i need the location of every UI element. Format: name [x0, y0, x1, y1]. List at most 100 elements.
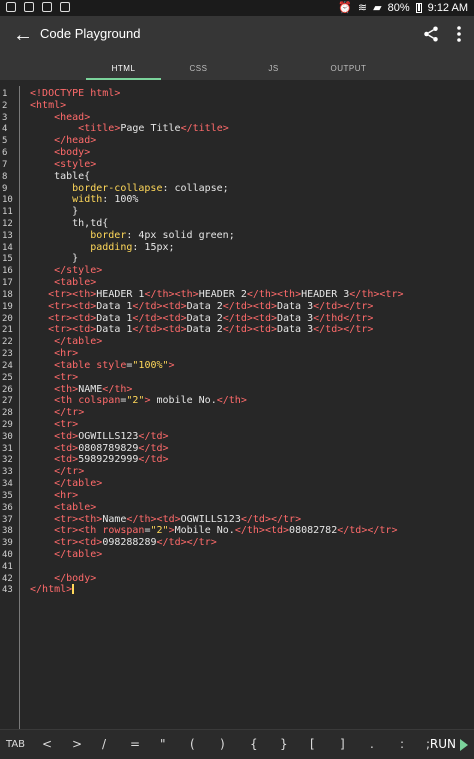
- image-icon: [42, 2, 52, 12]
- more-vert-icon[interactable]: [454, 24, 464, 44]
- line-number: 16: [2, 266, 13, 277]
- line-number: 7: [2, 159, 8, 170]
- code-text: <table style="100%">: [54, 359, 175, 371]
- symbol-toolbar: TAB < > / = " ( ) { } [ ] . : ; RUN: [0, 729, 474, 759]
- sync-icon: [24, 2, 34, 12]
- share-icon[interactable]: [422, 25, 440, 43]
- code-text: table{: [30, 170, 91, 182]
- code-text: <td>0808789829</td>: [54, 442, 169, 454]
- text-cursor: [72, 584, 75, 595]
- code-text: <tr>: [54, 418, 79, 430]
- line-number: 40: [2, 549, 13, 560]
- code-text: <th colspan="2"> mobile No.</th>: [54, 395, 247, 407]
- key-greater-than[interactable]: >: [72, 737, 82, 751]
- code-text: <body>: [54, 147, 91, 159]
- line-number: 34: [2, 479, 13, 490]
- clock: 9:12 AM: [427, 1, 468, 14]
- key-colon[interactable]: :: [400, 737, 404, 751]
- line-number: 8: [2, 171, 8, 182]
- run-button[interactable]: RUN: [430, 737, 468, 751]
- battery-alert-icon: [60, 2, 70, 12]
- line-number: 18: [2, 289, 13, 300]
- line-number: 20: [2, 313, 13, 324]
- notification-icon: [6, 2, 16, 12]
- key-close-paren[interactable]: ): [220, 737, 225, 751]
- key-close-bracket[interactable]: ]: [340, 737, 345, 751]
- key-slash[interactable]: /: [102, 737, 106, 751]
- key-quote[interactable]: ": [160, 737, 166, 751]
- code-text: <tr><td>Data 1</td><td>Data 2</td><td>Da…: [48, 300, 374, 312]
- code-text: </tr>: [54, 466, 85, 478]
- key-less-than[interactable]: <: [42, 737, 52, 751]
- code-text: <tr><td>098288289</td></tr>: [54, 537, 217, 549]
- code-text: <th>NAME</th>: [54, 383, 133, 395]
- key-dot[interactable]: .: [370, 737, 374, 751]
- line-number: 15: [2, 254, 13, 265]
- line-number: 39: [2, 538, 13, 549]
- line-number: 43: [2, 585, 13, 596]
- code-text: <tr><td>Data 1</td><td>Data 2</td><td>Da…: [48, 324, 374, 336]
- line-number: 35: [2, 490, 13, 501]
- key-open-brace[interactable]: {: [250, 737, 258, 751]
- code-text: </head>: [54, 135, 97, 147]
- code-text: }: [30, 206, 79, 218]
- line-number: 17: [2, 278, 13, 289]
- run-label: RUN: [429, 737, 456, 751]
- code-text: <hr>: [54, 348, 79, 360]
- key-equals[interactable]: =: [130, 737, 140, 751]
- code-text: <tr>: [54, 371, 79, 383]
- code-text: border-collapse: collapse;: [72, 182, 229, 194]
- key-open-paren[interactable]: (: [190, 737, 195, 751]
- line-number: 41: [2, 561, 13, 572]
- tab-css[interactable]: CSS: [161, 58, 236, 80]
- line-number: 19: [2, 301, 13, 312]
- line-number: 9: [2, 183, 8, 194]
- line-number: 28: [2, 408, 13, 419]
- key-open-bracket[interactable]: [: [310, 737, 315, 751]
- line-number: 6: [2, 148, 8, 159]
- line-number: 32: [2, 455, 13, 466]
- battery-percent: 80%: [387, 1, 410, 14]
- code-text: <table>: [54, 501, 97, 513]
- line-number: 25: [2, 372, 13, 383]
- code-text: <td>5989292999</td>: [54, 454, 169, 466]
- line-number: 22: [2, 337, 13, 348]
- code-text: <td>OGWILLS123</td>: [54, 430, 169, 442]
- code-text: <!DOCTYPE html>: [30, 88, 121, 99]
- back-arrow-icon[interactable]: ←: [12, 24, 34, 46]
- line-number: 33: [2, 467, 13, 478]
- battery-icon: [415, 2, 422, 13]
- code-text: th,td{: [30, 218, 109, 230]
- code-text: <style>: [54, 158, 97, 170]
- alarm-icon: ⏰: [338, 2, 352, 14]
- code-text: </style>: [54, 265, 103, 277]
- code-text: </table>: [54, 548, 103, 560]
- line-number: 5: [2, 136, 8, 147]
- tab-js[interactable]: JS: [236, 58, 311, 80]
- code-text: </table>: [54, 336, 103, 348]
- line-number: 10: [2, 195, 13, 206]
- code-text: <tr><th>Name</th><td>OGWILLS123</td></tr…: [54, 513, 302, 525]
- code-text: <html>: [30, 99, 67, 111]
- status-icons-right: ⏰ ≋ ▰ 80% 9:12 AM: [338, 1, 468, 15]
- code-text: <tr><th rowspan="2">Mobile No.</th><td>0…: [54, 525, 398, 537]
- code-text: <head>: [54, 111, 91, 123]
- code-text: <title>Page Title</title>: [78, 123, 229, 135]
- code-text: </html>: [30, 584, 75, 596]
- code-editor[interactable]: 1 <!DOCTYPE html> 2 <html> 3 <head> 4 <title>…: [0, 86, 474, 729]
- line-number: 4: [2, 124, 8, 135]
- code-text: <hr>: [54, 489, 79, 501]
- active-tab-indicator: [86, 78, 161, 80]
- tab-html[interactable]: HTML: [86, 58, 161, 80]
- line-number: 12: [2, 219, 13, 230]
- key-tab[interactable]: TAB: [6, 739, 25, 750]
- status-icons-left: [6, 2, 70, 12]
- line-number: 13: [2, 230, 13, 241]
- line-number: 30: [2, 431, 13, 442]
- line-number: 11: [2, 207, 13, 218]
- key-close-brace[interactable]: }: [280, 737, 288, 751]
- line-number: 29: [2, 419, 13, 430]
- tab-output[interactable]: OUTPUT: [311, 58, 386, 80]
- code-text: }: [30, 253, 79, 265]
- line-number: 23: [2, 349, 13, 360]
